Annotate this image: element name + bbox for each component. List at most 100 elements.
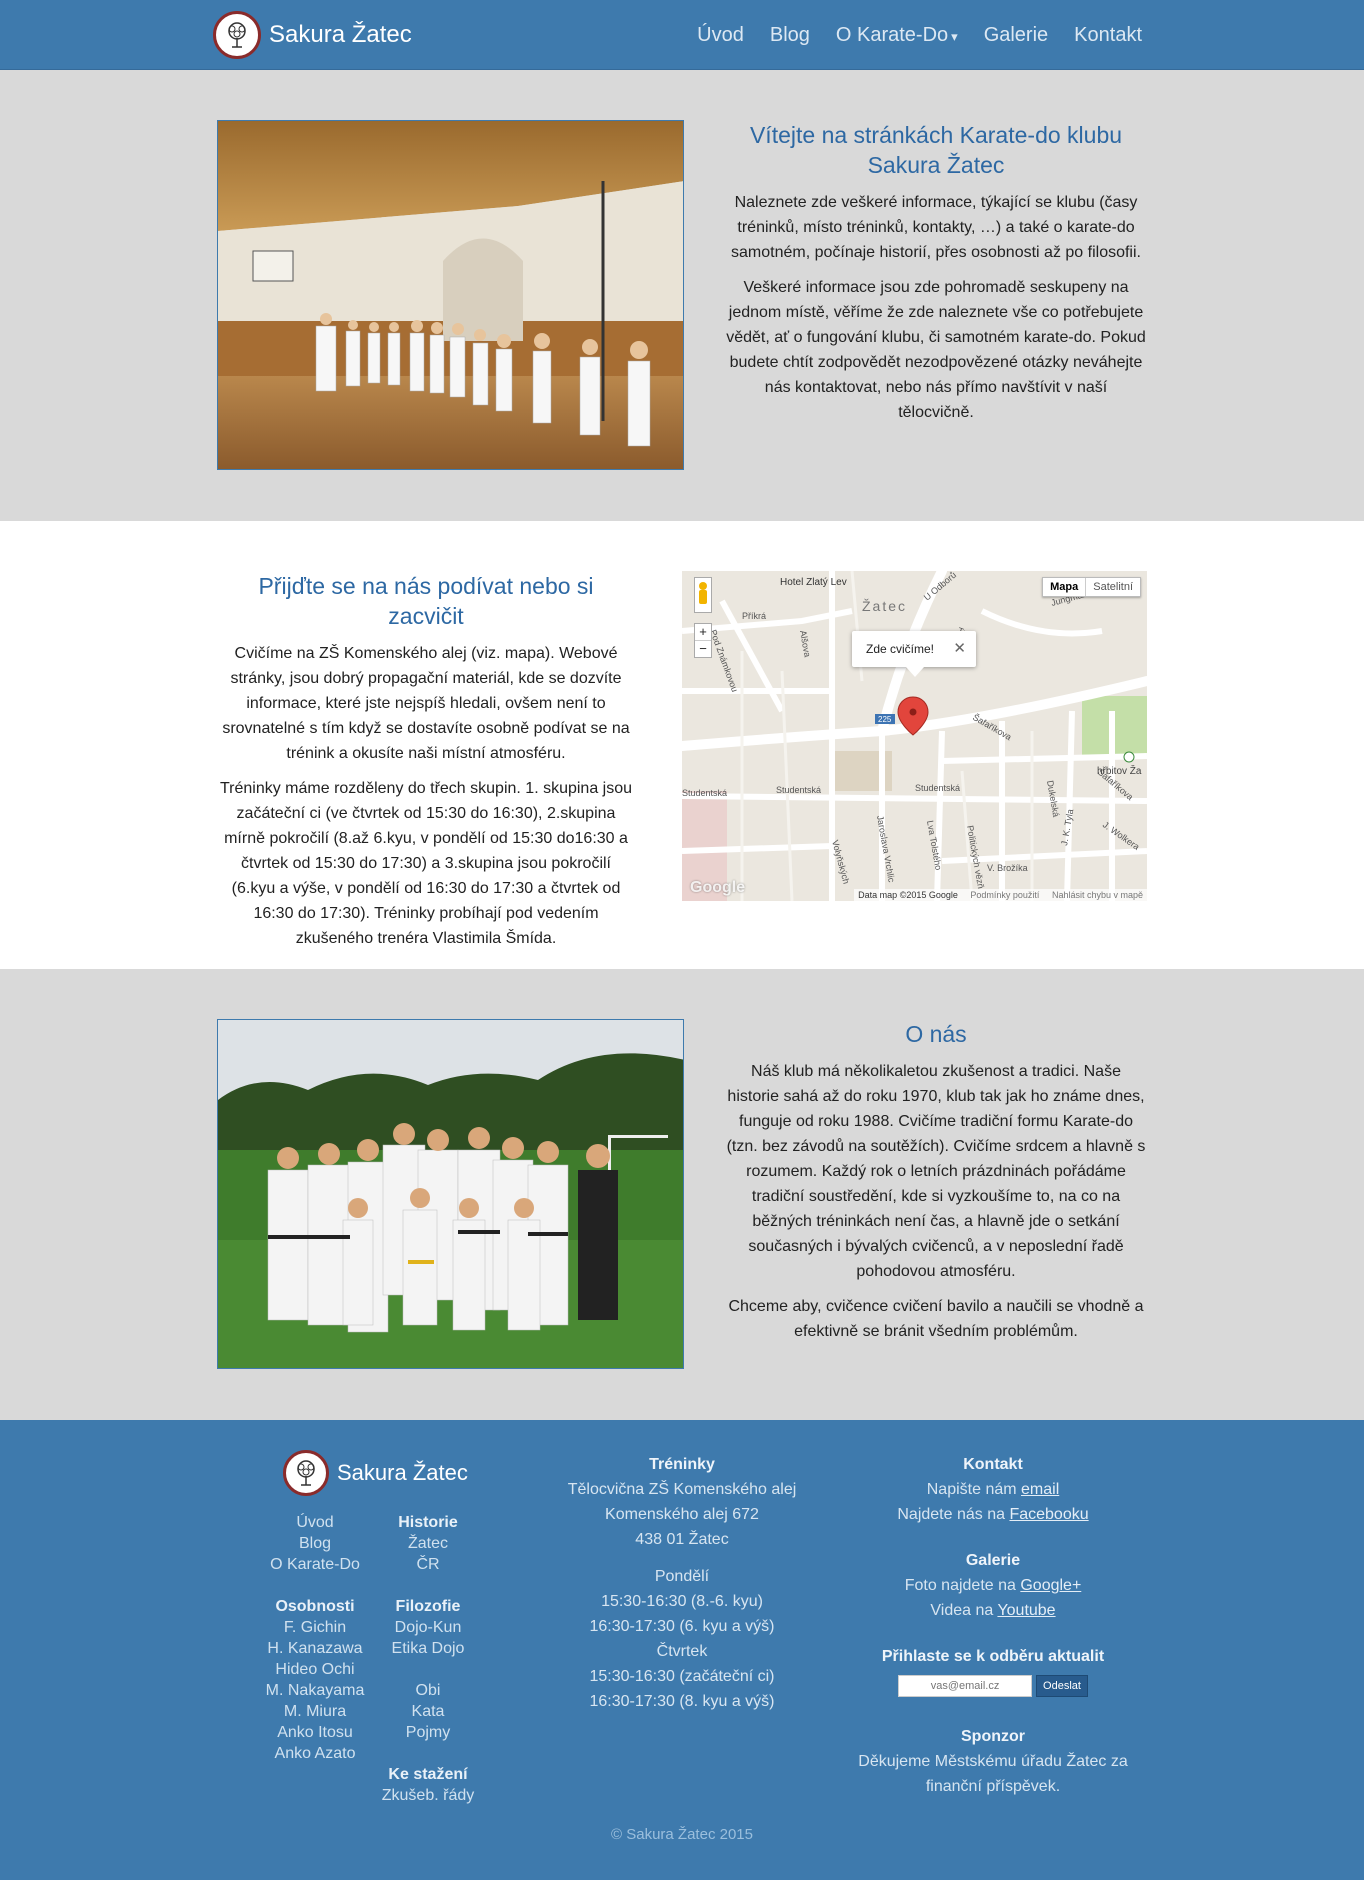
- footer-link-person[interactable]: H. Kanazawa: [255, 1638, 375, 1659]
- club-logo-icon: [213, 11, 261, 59]
- contact-facebook-text: Najdete nás na: [897, 1506, 1010, 1523]
- welcome-title: Vítejte na stránkách Karate-do klubu Sak…: [749, 122, 1123, 178]
- map-label-studentska-1: Studentská: [682, 788, 727, 798]
- nav-uvod[interactable]: Úvod: [697, 24, 744, 47]
- visit-title: Přijďte se na nás podívat nebo si zacvič…: [258, 573, 594, 629]
- visit-section: Přijďte se na nás podívat nebo si zacvič…: [0, 521, 1364, 969]
- caret-down-icon: ▾: [951, 28, 958, 44]
- nav-karate-do-dropdown[interactable]: O Karate-Do ▾: [836, 24, 958, 47]
- footer-heading-osobnosti[interactable]: Osobnosti: [255, 1596, 375, 1617]
- map-label-zatec: Žatec: [862, 598, 907, 614]
- training-place-line-2: Komenského alej 672: [605, 1506, 759, 1523]
- footer-link-etika-dojo[interactable]: Etika Dojo: [368, 1638, 488, 1659]
- footer-link-zkusebni-rady[interactable]: Zkušeb. řády: [368, 1785, 488, 1806]
- close-icon[interactable]: ✕: [953, 631, 966, 667]
- main-nav: Úvod Blog O Karate-Do ▾ Galerie Kontakt: [671, 0, 1142, 70]
- footer-contact-col: Kontakt Napište nám email Najdete nás na…: [848, 1452, 1138, 1799]
- gallery-photo-line: Foto najdete na Google+: [848, 1573, 1138, 1598]
- email-link[interactable]: email: [1021, 1481, 1059, 1498]
- map-label-studentska-2: Studentská: [776, 785, 821, 795]
- footer-link-person[interactable]: M. Nakayama: [255, 1680, 375, 1701]
- footer-club-logo-icon: [283, 1450, 329, 1496]
- map-label-studentska-3: Studentská: [915, 783, 960, 793]
- visit-text: Přijďte se na nás podívat nebo si zacvič…: [218, 571, 634, 961]
- footer-brand-name: Sakura Žatec: [337, 1460, 468, 1485]
- brand-name: Sakura Žatec: [269, 21, 412, 48]
- footer-heading-historie[interactable]: Historie: [368, 1512, 488, 1533]
- subscribe-heading: Přihlaste se k odběru aktualit: [881, 1648, 1105, 1665]
- footer-heading-filozofie[interactable]: Filozofie: [368, 1596, 488, 1617]
- info-window-text: Zde cvičíme!: [866, 642, 935, 656]
- location-map[interactable]: Hotel Zlatý Lev Žatec U Odborů Příkrá Po…: [682, 571, 1147, 901]
- contact-email-line: Napište nám email: [848, 1477, 1138, 1502]
- google-plus-link[interactable]: Google+: [1020, 1577, 1081, 1594]
- footer-links-col-1: Úvod Blog O Karate-Do Osobnosti F. Gichi…: [255, 1512, 375, 1764]
- footer-link-person[interactable]: M. Miura: [255, 1701, 375, 1722]
- training-day-thursday: Čtvrtek: [656, 1643, 708, 1660]
- subscribe-email-input[interactable]: [898, 1675, 1033, 1697]
- map-road-number: 225: [878, 715, 892, 724]
- footer-link-kata[interactable]: Kata: [368, 1701, 488, 1722]
- map-type-map-button[interactable]: Mapa: [1043, 578, 1087, 596]
- subscribe-form: Odeslat: [848, 1675, 1138, 1697]
- contact-heading: Kontakt: [963, 1456, 1023, 1473]
- club-group-photo: [217, 1019, 684, 1369]
- nav-kontakt[interactable]: Kontakt: [1074, 24, 1142, 47]
- footer-link-dojo-kun[interactable]: Dojo-Kun: [368, 1617, 488, 1638]
- contact-facebook-line: Najdete nás na Facebooku: [848, 1502, 1138, 1527]
- footer-link-person[interactable]: Anko Azato: [255, 1743, 375, 1764]
- training-day-monday: Pondělí: [654, 1568, 710, 1585]
- footer-link-person[interactable]: Anko Itosu: [255, 1722, 375, 1743]
- training-heading: Tréninky: [649, 1456, 715, 1473]
- footer-link-pojmy[interactable]: Pojmy: [368, 1722, 488, 1743]
- footer-link-person[interactable]: F. Gichin: [255, 1617, 375, 1638]
- footer-training-info: Tréninky Tělocvična ZŠ Komenského alej K…: [540, 1452, 824, 1714]
- nav-karate-do-label: O Karate-Do: [835, 23, 949, 46]
- nav-galerie[interactable]: Galerie: [984, 24, 1048, 47]
- sponsor-heading: Sponzor: [961, 1728, 1025, 1745]
- map-info-window: Zde cvičíme! ✕: [852, 631, 976, 677]
- map-zoom-control: + −: [694, 623, 712, 658]
- subscribe-submit-button[interactable]: Odeslat: [1036, 1675, 1088, 1697]
- map-type-satellite-button[interactable]: Satelitní: [1086, 578, 1140, 596]
- nav-blog[interactable]: Blog: [770, 24, 810, 47]
- footer: Sakura Žatec Úvod Blog O Karate-Do Osobn…: [0, 1420, 1364, 1880]
- youtube-link[interactable]: Youtube: [997, 1602, 1055, 1619]
- training-slot: 16:30-17:30 (6. kyu a výš): [589, 1618, 775, 1635]
- sponsor-text: Děkujeme Městskému úřadu Žatec za finanč…: [858, 1753, 1128, 1795]
- welcome-paragraph-2: Veškeré informace jsou zde pohromadě ses…: [726, 279, 1146, 421]
- map-terms-link[interactable]: Podmínky použití: [970, 890, 1039, 900]
- map-label-prikra: Příkrá: [742, 611, 766, 621]
- map-data-credit: Data map ©2015 Google: [858, 890, 958, 900]
- footer-link-historie-cr[interactable]: ČR: [368, 1554, 488, 1575]
- map-report-link[interactable]: Nahlásit chybu v mapě: [1052, 890, 1143, 900]
- visit-paragraph-1: Cvičíme na ZŠ Komenského alej (viz. mapa…: [222, 645, 630, 762]
- footer-link-karate-do[interactable]: O Karate-Do: [255, 1554, 375, 1575]
- training-slot: 16:30-17:30 (8. kyu a výš): [589, 1693, 775, 1710]
- google-logo[interactable]: Google: [690, 879, 745, 897]
- gallery-video-text: Videa na: [930, 1602, 998, 1619]
- welcome-paragraph-1: Naleznete zde veškeré informace, týkajíc…: [731, 194, 1141, 261]
- about-section: O nás Náš klub má několikaletou zkušenos…: [0, 969, 1364, 1420]
- visit-paragraph-2: Tréninky máme rozděleny do třech skupin.…: [219, 780, 633, 947]
- training-place-line-1: Tělocvična ZŠ Komenského alej: [567, 1481, 797, 1498]
- footer-link-historie-zatec[interactable]: Žatec: [368, 1533, 488, 1554]
- footer-link-person[interactable]: Hideo Ochi: [255, 1659, 375, 1680]
- gallery-heading: Galerie: [965, 1552, 1021, 1569]
- footer-link-blog[interactable]: Blog: [255, 1533, 375, 1554]
- footer-link-uvod[interactable]: Úvod: [255, 1512, 375, 1533]
- dojo-training-photo: [217, 120, 684, 470]
- about-paragraph-1: Náš klub má několikaletou zkušenost a tr…: [726, 1063, 1146, 1280]
- zoom-out-button[interactable]: −: [695, 641, 711, 657]
- zoom-in-button[interactable]: +: [695, 624, 711, 641]
- facebook-link[interactable]: Facebooku: [1009, 1506, 1088, 1523]
- map-attribution: Data map ©2015 Google Podmínky použití N…: [854, 889, 1147, 901]
- contact-email-text: Napište nám: [926, 1481, 1022, 1498]
- brand-link[interactable]: Sakura Žatec: [213, 11, 412, 59]
- welcome-section: Vítejte na stránkách Karate-do klubu Sak…: [0, 70, 1364, 521]
- footer-heading-ke-stazeni: Ke stažení: [388, 1766, 468, 1783]
- footer-brand[interactable]: Sakura Žatec: [283, 1450, 468, 1496]
- footer-link-obi[interactable]: Obi: [368, 1680, 488, 1701]
- map-type-control: Mapa Satelitní: [1042, 577, 1141, 597]
- street-view-pegman-icon[interactable]: [694, 577, 712, 613]
